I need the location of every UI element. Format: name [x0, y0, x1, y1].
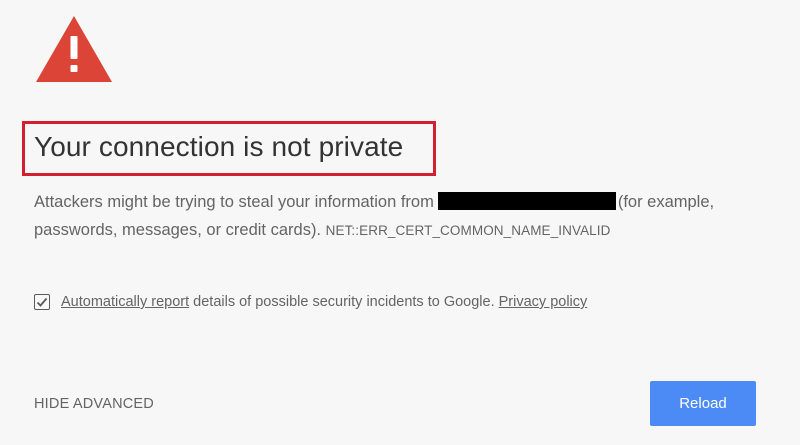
- error-code: NET::ERR_CERT_COMMON_NAME_INVALID: [325, 223, 611, 238]
- redacted-hostname: [437, 192, 616, 210]
- report-description: details of possible security incidents t…: [189, 294, 499, 310]
- report-checkbox[interactable]: [34, 294, 50, 310]
- main-message: Attackers might be trying to steal your …: [34, 188, 754, 245]
- report-option: Automatically report details of possible…: [34, 294, 587, 310]
- reload-button[interactable]: Reload: [650, 381, 756, 426]
- page-title: Your connection is not private: [34, 131, 404, 162]
- privacy-policy-link[interactable]: Privacy policy: [499, 294, 588, 310]
- warning-triangle-icon: [34, 14, 114, 84]
- message-text-part1: Attackers might be trying to steal your …: [34, 193, 434, 211]
- hide-advanced-button[interactable]: HIDE ADVANCED: [34, 396, 154, 412]
- automatically-report-link[interactable]: Automatically report: [61, 294, 189, 310]
- checkmark-icon: [36, 297, 48, 307]
